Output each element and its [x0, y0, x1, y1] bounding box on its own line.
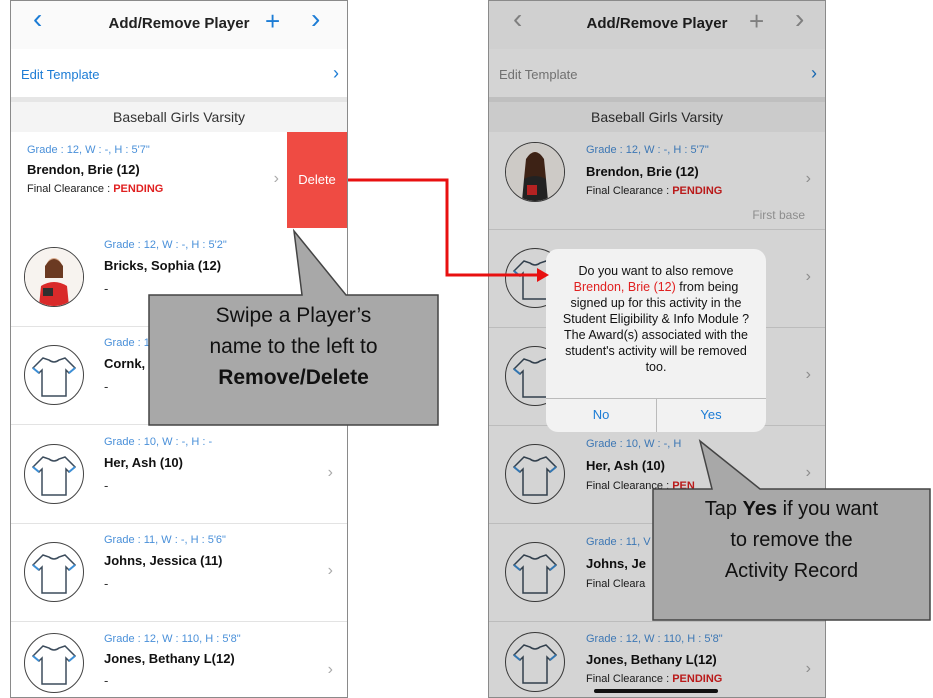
- player-name: Bricks, Sophia (12): [104, 258, 222, 273]
- player-grade: Grade : 10, W : -, H : -: [104, 436, 213, 448]
- shirt-icon: [24, 345, 84, 405]
- player-name: Brendon, Brie (12): [27, 162, 140, 177]
- player-position: -: [104, 281, 109, 296]
- player-grade: Grade : 12, W : -, H : 5'2": [104, 239, 227, 251]
- player-grade: Grade : 12, W : -, H : 5'7": [27, 144, 150, 156]
- chevron-right-icon: ›: [327, 562, 333, 579]
- confirm-remove-dialog: Do you want to also remove Brendon, Brie …: [546, 249, 766, 432]
- chevron-right-icon: ›: [327, 464, 333, 481]
- edit-template-row[interactable]: Edit Template ›: [11, 49, 347, 102]
- no-button[interactable]: No: [546, 407, 656, 422]
- chevron-right-icon: ›: [327, 661, 333, 678]
- nav-bar: ‹ Add/Remove Player + ›: [11, 1, 347, 49]
- shirt-icon: [24, 444, 84, 504]
- player-position: -: [104, 576, 109, 591]
- section-header: Baseball Girls Varsity: [11, 102, 347, 132]
- delete-button[interactable]: Delete: [287, 132, 347, 228]
- shirt-icon: [24, 633, 84, 693]
- chevron-right-icon: ›: [273, 170, 279, 187]
- shirt-icon: [24, 542, 84, 602]
- player-position: -: [104, 379, 109, 394]
- player-position: -: [104, 478, 109, 493]
- player-name: Johns, Jessica (11): [104, 553, 223, 568]
- clearance-status: Final Clearance : PENDING: [27, 183, 164, 195]
- dialog-player-name: Brendon, Brie (12): [573, 280, 676, 294]
- home-indicator: [594, 689, 718, 693]
- player-row[interactable]: Grade : 11, W : -, H : 5'6" Johns, Jessi…: [11, 524, 347, 622]
- player-name: Cornk,: [104, 356, 146, 371]
- player-grade: Grade : 1: [104, 337, 150, 349]
- chevron-right-icon: ›: [333, 63, 339, 83]
- player-row-swiped[interactable]: Grade : 12, W : -, H : 5'7" Brendon, Bri…: [11, 132, 347, 230]
- yes-button[interactable]: Yes: [656, 407, 766, 422]
- edit-template-label: Edit Template: [21, 67, 100, 82]
- player-position: -: [104, 673, 109, 688]
- player-grade: Grade : 11, W : -, H : 5'6": [104, 534, 226, 546]
- player-name: Jones, Bethany L(12): [104, 651, 235, 666]
- callout-text-left: Swipe a Player’s name to the left to Rem…: [209, 304, 378, 389]
- player-photo-avatar: [24, 247, 84, 307]
- player-name: Her, Ash (10): [104, 455, 183, 470]
- player-grade: Grade : 12, W : 110, H : 5'8": [104, 633, 241, 645]
- add-player-button[interactable]: +: [265, 8, 280, 34]
- right-phone-screen: ‹ Add/Remove Player + › Edit Template › …: [488, 0, 826, 698]
- player-row[interactable]: Grade : 12, W : 110, H : 5'8" Jones, Bet…: [11, 623, 347, 697]
- dialog-message: Do you want to also remove Brendon, Brie …: [562, 264, 750, 374]
- callout-text-right: Tap Yes if you want to remove the Activi…: [704, 498, 879, 582]
- forward-chevron-icon[interactable]: ›: [311, 5, 320, 33]
- page-title: Add/Remove Player: [108, 15, 250, 32]
- player-row[interactable]: Grade : 10, W : -, H : - Her, Ash (10) -…: [11, 426, 347, 524]
